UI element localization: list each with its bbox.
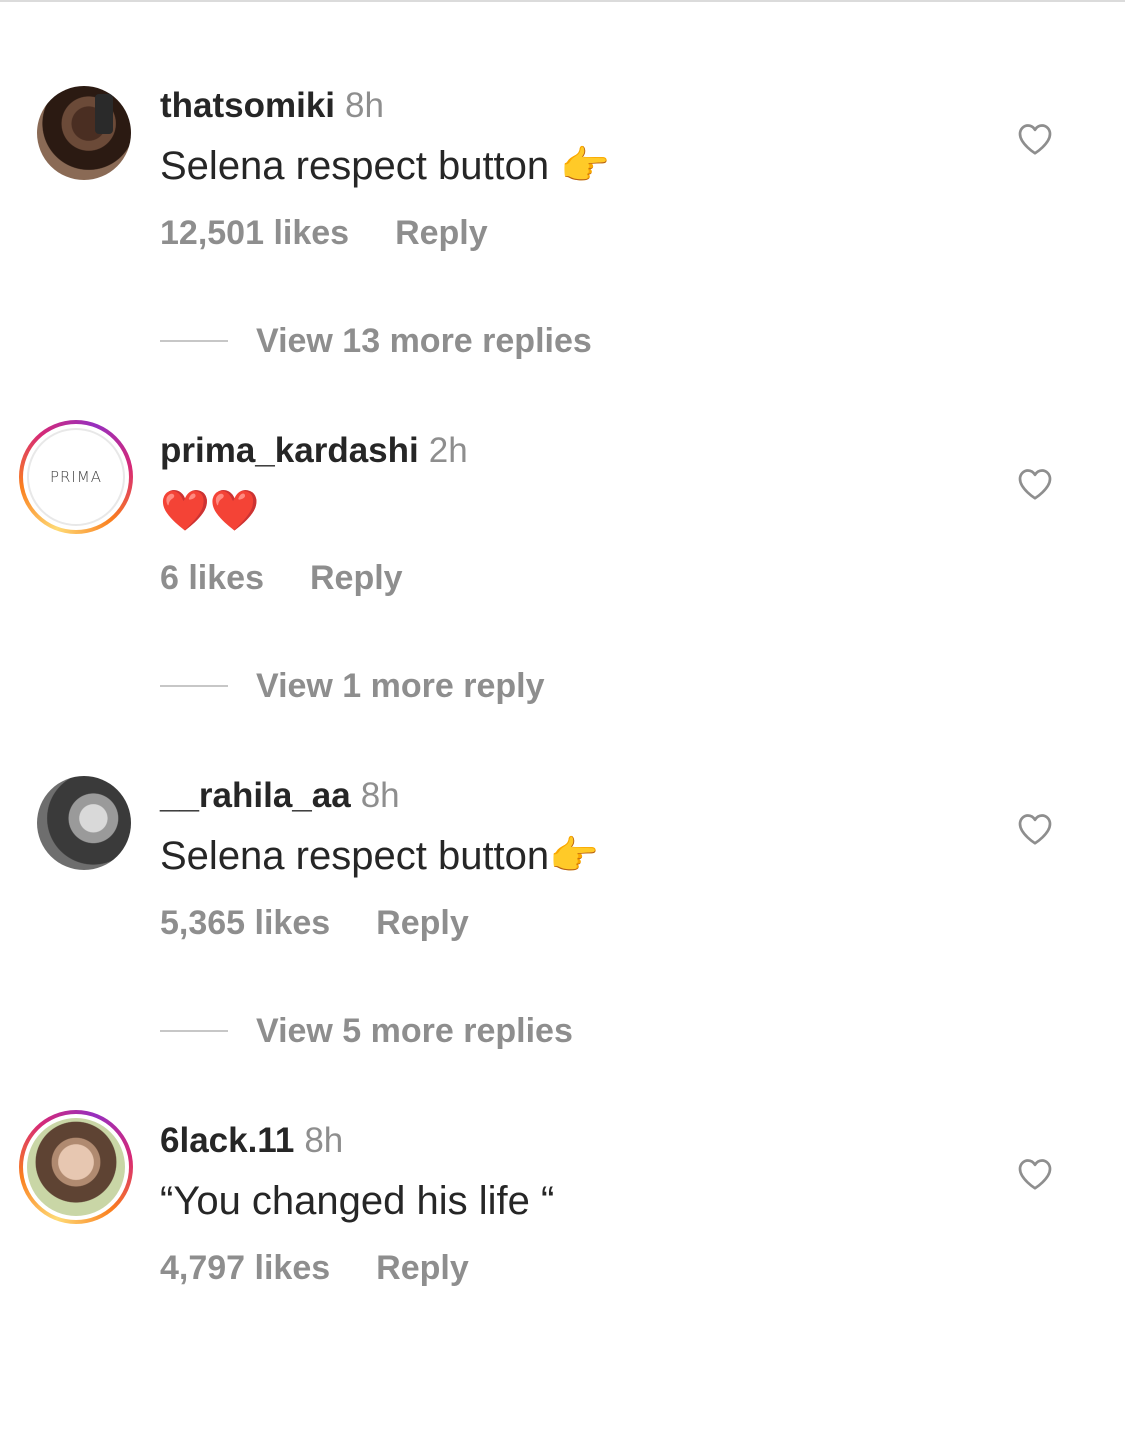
comment-time: 8h [345, 86, 384, 125]
avatar[interactable] [19, 1110, 133, 1224]
heart-icon[interactable] [1017, 467, 1053, 501]
view-replies-button[interactable]: View 1 more reply [160, 666, 545, 706]
heart-icon[interactable] [1017, 122, 1053, 156]
avatar-logo: PRIMA [27, 428, 125, 526]
view-replies-label: View 1 more reply [256, 666, 545, 705]
comment-meta: 12,501 likes Reply [160, 213, 488, 253]
reply-button[interactable]: Reply [395, 214, 488, 252]
comment-time: 2h [428, 431, 468, 470]
comment-meta: 5,365 likes Reply [160, 903, 469, 943]
comment-header: prima_kardashi 2h [160, 431, 468, 471]
comment-header: __rahila_aa 8h [160, 776, 400, 816]
avatar[interactable] [37, 776, 131, 870]
comment-text: Selena respect button👉 [160, 834, 599, 878]
comment-item: thatsomiki 8h Selena respect button 👉 12,… [0, 86, 1125, 416]
view-replies-button[interactable]: View 5 more replies [160, 1011, 573, 1051]
username[interactable]: prima_kardashi [160, 431, 419, 470]
likes-count[interactable]: 12,501 likes [160, 214, 349, 252]
heart-icon[interactable] [1017, 1157, 1053, 1191]
replies-divider-line [160, 340, 228, 342]
username[interactable]: thatsomiki [160, 86, 335, 125]
reply-button[interactable]: Reply [310, 559, 403, 597]
view-replies-button[interactable]: View 13 more replies [160, 321, 592, 361]
top-divider [0, 0, 1125, 2]
comment-time: 8h [360, 776, 400, 815]
username[interactable]: 6lack.11 [160, 1121, 294, 1160]
replies-divider-line [160, 1030, 228, 1032]
comment-header: thatsomiki 8h [160, 86, 384, 126]
view-replies-label: View 5 more replies [256, 1011, 573, 1050]
username[interactable]: __rahila_aa [160, 776, 351, 815]
replies-divider-line [160, 685, 228, 687]
avatar[interactable] [37, 86, 131, 180]
comment-header: 6lack.11 8h [160, 1121, 343, 1161]
likes-count[interactable]: 4,797 likes [160, 1249, 330, 1287]
avatar-photo [27, 1118, 125, 1216]
view-replies-label: View 13 more replies [256, 321, 592, 360]
comment-meta: 4,797 likes Reply [160, 1248, 469, 1288]
avatar-logo-text: PRIMA [49, 468, 103, 486]
comment-text: ❤️❤️ [160, 489, 260, 533]
comment-text: Selena respect button 👉 [160, 144, 611, 188]
comment-text: “You changed his life “ [160, 1179, 555, 1223]
heart-icon[interactable] [1017, 812, 1053, 846]
likes-count[interactable]: 6 likes [160, 559, 264, 597]
comment-meta: 6 likes Reply [160, 558, 403, 598]
likes-count[interactable]: 5,365 likes [160, 904, 330, 942]
phone-shape [95, 94, 113, 134]
comment-item: 6lack.11 8h “You changed his life “ 4,797… [0, 1110, 1125, 1451]
comment-time: 8h [304, 1121, 344, 1160]
comment-item: __rahila_aa 8h Selena respect button👉 5,3… [0, 776, 1125, 1106]
reply-button[interactable]: Reply [376, 904, 469, 942]
comment-item: PRIMA prima_kardashi 2h ❤️❤️ 6 likes Reply… [0, 420, 1125, 761]
avatar[interactable]: PRIMA [19, 420, 133, 534]
reply-button[interactable]: Reply [376, 1249, 469, 1287]
